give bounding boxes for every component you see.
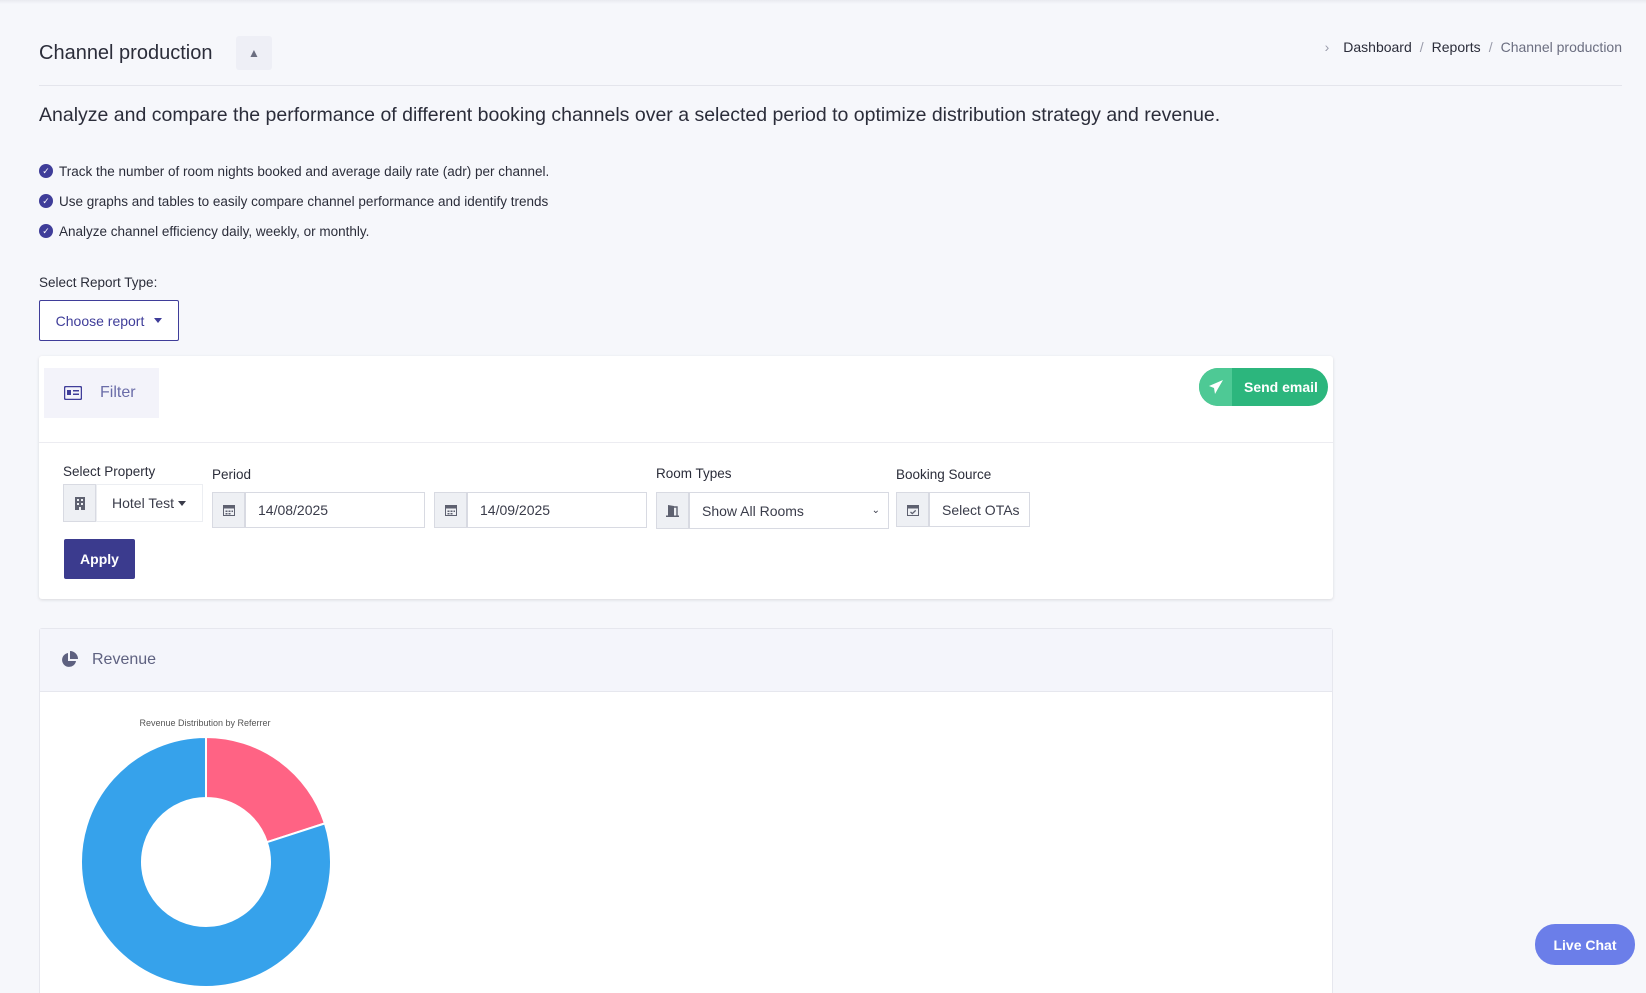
calendar-icon bbox=[212, 492, 245, 528]
breadcrumb-separator: / bbox=[1488, 39, 1493, 55]
property-value: Hotel Test bbox=[112, 495, 174, 511]
period-to-input[interactable]: 14/09/2025 bbox=[467, 492, 647, 528]
send-email-label: Send email bbox=[1244, 379, 1318, 395]
id-card-icon bbox=[64, 386, 82, 400]
revenue-card: Revenue Revenue Distribution by Referrer bbox=[39, 628, 1333, 993]
room-types-label: Room Types bbox=[656, 466, 732, 481]
page-title: Channel production bbox=[39, 42, 213, 64]
list-item-text: Track the number of room nights booked a… bbox=[59, 163, 550, 179]
property-dropdown[interactable]: Hotel Test bbox=[96, 484, 203, 522]
page-description: Analyze and compare the performance of d… bbox=[39, 104, 1221, 126]
chevron-down-icon: ⌄ bbox=[871, 505, 880, 516]
breadcrumb-separator: / bbox=[1419, 39, 1424, 55]
door-icon bbox=[656, 492, 689, 529]
list-item-text: Analyze channel efficiency daily, weekly… bbox=[59, 223, 370, 239]
send-email-button[interactable]: Send email bbox=[1199, 368, 1328, 406]
breadcrumb-dashboard[interactable]: Dashboard bbox=[1343, 39, 1412, 55]
breadcrumb-current: Channel production bbox=[1500, 39, 1622, 55]
building-icon bbox=[63, 484, 96, 522]
triangle-up-icon: ▲ bbox=[248, 46, 260, 60]
filter-card: Filter Send email Select Property Hotel … bbox=[39, 356, 1333, 599]
revenue-header: Revenue bbox=[40, 629, 1332, 692]
collapse-toggle-button[interactable]: ▲ bbox=[236, 36, 272, 70]
booking-source-select[interactable]: Select OTAs bbox=[929, 492, 1030, 527]
room-types-value: Show All Rooms bbox=[702, 502, 804, 519]
live-chat-button[interactable]: Live Chat bbox=[1535, 924, 1635, 965]
caret-down-icon bbox=[178, 500, 186, 506]
check-circle-icon: ✓ bbox=[39, 224, 53, 238]
revenue-donut-chart bbox=[81, 737, 331, 987]
chevron-right-icon: › bbox=[1324, 39, 1330, 55]
divider bbox=[39, 442, 1333, 443]
choose-report-label: Choose report bbox=[55, 312, 145, 329]
caret-down-icon bbox=[154, 318, 163, 323]
check-circle-icon: ✓ bbox=[39, 164, 53, 178]
property-label: Select Property bbox=[63, 464, 156, 479]
breadcrumb-reports[interactable]: Reports bbox=[1432, 39, 1481, 55]
calendar-check-icon bbox=[896, 492, 929, 527]
chart-pie-icon bbox=[62, 651, 78, 667]
tab-filter-label: Filter bbox=[100, 384, 136, 401]
breadcrumb: › Dashboard / Reports / Channel producti… bbox=[1325, 39, 1622, 55]
paper-plane-icon bbox=[1199, 368, 1232, 406]
check-circle-icon: ✓ bbox=[39, 194, 53, 208]
revenue-title: Revenue bbox=[92, 651, 157, 668]
pie-slice-0[interactable] bbox=[205, 737, 327, 844]
feature-list: ✓ Track the number of room nights booked… bbox=[39, 156, 549, 246]
apply-button[interactable]: Apply bbox=[64, 539, 135, 579]
tab-filter[interactable]: Filter bbox=[44, 368, 159, 418]
room-types-select[interactable]: Show All Rooms ⌄ bbox=[689, 492, 889, 529]
report-type-label: Select Report Type: bbox=[39, 275, 158, 290]
list-item-text: Use graphs and tables to easily compare … bbox=[59, 193, 549, 209]
topbar bbox=[0, 0, 1646, 4]
calendar-icon bbox=[434, 492, 467, 528]
list-item: ✓ Use graphs and tables to easily compar… bbox=[39, 186, 549, 216]
list-item: ✓ Track the number of room nights booked… bbox=[39, 156, 549, 186]
period-from-input[interactable]: 14/08/2025 bbox=[245, 492, 425, 528]
period-label: Period bbox=[212, 467, 252, 482]
page-header: Channel production ▲ › Dashboard / Repor… bbox=[39, 36, 1622, 86]
booking-source-label: Booking Source bbox=[896, 467, 992, 482]
chart-title: Revenue Distribution by Referrer bbox=[139, 718, 271, 728]
choose-report-dropdown[interactable]: Choose report bbox=[39, 300, 179, 341]
list-item: ✓ Analyze channel efficiency daily, week… bbox=[39, 216, 549, 246]
